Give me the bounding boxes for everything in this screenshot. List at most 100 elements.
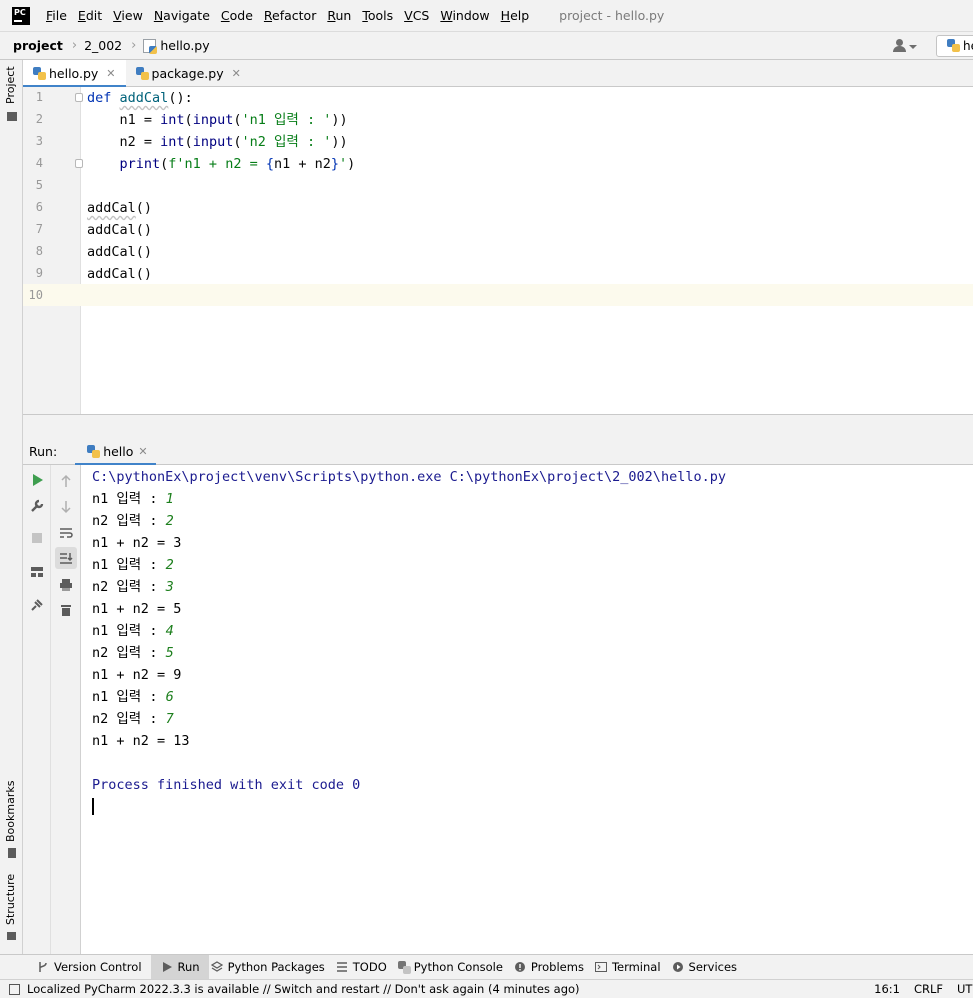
python-file-icon <box>33 67 46 80</box>
panel-splitter[interactable] <box>23 414 973 439</box>
menu-tools[interactable]: Tools <box>362 8 393 23</box>
stop-icon[interactable] <box>30 531 44 545</box>
layers-icon <box>210 961 223 972</box>
bookmark-icon <box>8 848 16 858</box>
run-tool-window-header: Run: hello ✕ <box>23 439 973 466</box>
wrench-icon[interactable] <box>30 499 44 513</box>
folder-icon <box>7 112 17 121</box>
status-message[interactable]: Localized PyCharm 2022.3.3 is available … <box>27 982 874 996</box>
run-toolbar <box>23 465 51 954</box>
services-tab[interactable]: Services <box>670 955 747 980</box>
project-tool-tab[interactable]: Project <box>0 64 23 121</box>
breadcrumb: project › 2_002 › hello.py hello <box>0 31 973 60</box>
menu-view[interactable]: View <box>113 8 143 23</box>
print-icon[interactable] <box>59 578 73 592</box>
tab-label: Python Packages <box>227 960 325 974</box>
scroll-to-end-toggle[interactable] <box>55 547 77 569</box>
soft-wrap-icon[interactable] <box>59 526 73 540</box>
console-exit-message: Process finished with exit code 0 <box>92 777 361 793</box>
code-editor[interactable]: 1 2 3 4 5 6 7 8 9 10 def addCal(): n1 = … <box>23 87 973 414</box>
menu-refactor[interactable]: Refactor <box>264 8 316 23</box>
tab-label: TODO <box>352 960 387 974</box>
console-output[interactable]: C:\pythonEx\project\venv\Scripts\python.… <box>81 465 973 954</box>
run-tab-label: hello <box>103 444 134 459</box>
tab-label: Run <box>177 960 200 974</box>
code-line: print(f'n1 + n2 = {n1 + n2}') <box>119 156 356 172</box>
python-packages-tab[interactable]: Python Packages <box>209 955 334 980</box>
fold-marker-icon[interactable] <box>75 159 83 168</box>
menu-code[interactable]: Code <box>221 8 253 23</box>
code-line: addCal() <box>87 200 153 216</box>
scroll-to-end-icon <box>60 553 73 564</box>
bookmarks-tool-tab[interactable]: Bookmarks <box>0 781 23 862</box>
problems-tab[interactable]: Problems <box>512 955 593 980</box>
console-line: n1 입력 : 1 <box>92 491 174 507</box>
python-icon <box>397 960 411 974</box>
tool-window-bar: Version Control Run Python Packages TODO… <box>0 954 973 980</box>
tab-label: Services <box>688 960 738 974</box>
editor-tabs: hello.py ✕ package.py ✕ <box>23 60 973 88</box>
console-line: n2 입력 : 5 <box>92 645 174 661</box>
arrow-down-icon[interactable] <box>59 500 73 514</box>
line-separator[interactable]: CRLF <box>914 982 943 996</box>
file-encoding[interactable]: UTF-8 <box>957 982 973 996</box>
line-number: 5 <box>35 178 43 192</box>
tab-hello-py[interactable]: hello.py ✕ <box>23 60 126 88</box>
notification-icon[interactable] <box>9 983 20 995</box>
menu-navigate[interactable]: Navigate <box>154 8 210 23</box>
menu-file[interactable]: File <box>46 8 67 23</box>
code-line: addCal() <box>87 244 153 260</box>
code-line: n1 = int(input('n1 입력 : ')) <box>87 112 348 128</box>
breadcrumb-folder[interactable]: 2_002 <box>84 38 122 53</box>
run-configuration-select[interactable]: hello <box>936 35 973 57</box>
line-number: 3 <box>35 134 43 148</box>
python-file-icon <box>143 38 158 54</box>
trash-icon[interactable] <box>59 603 73 617</box>
fold-marker-icon[interactable] <box>75 93 83 102</box>
console-line: C:\pythonEx\project\venv\Scripts\python.… <box>92 469 726 485</box>
menu-window[interactable]: Window <box>440 8 489 23</box>
menu-run[interactable]: Run <box>327 8 351 23</box>
structure-tool-tab[interactable]: Structure <box>0 874 23 945</box>
code-line: n2 = int(input('n2 입력 : ')) <box>87 134 348 150</box>
current-line-highlight <box>23 284 973 306</box>
close-icon[interactable]: ✕ <box>232 67 241 80</box>
python-console-tab[interactable]: Python Console <box>396 955 512 980</box>
version-control-tab[interactable]: Version Control <box>35 955 151 980</box>
line-number: 1 <box>35 90 43 104</box>
run-tab-hello[interactable]: hello ✕ <box>75 439 157 466</box>
pin-icon[interactable] <box>30 598 44 612</box>
console-line: n1 입력 : 4 <box>92 623 174 639</box>
rerun-icon[interactable] <box>30 473 44 487</box>
line-number: 6 <box>35 200 43 214</box>
todo-tab[interactable]: TODO <box>334 955 396 980</box>
code-line: addCal() <box>87 266 153 282</box>
user-account-icon[interactable] <box>893 39 917 55</box>
menu-edit[interactable]: Edit <box>78 8 102 23</box>
console-line: n1 + n2 = 13 <box>92 733 190 749</box>
menu-vcs[interactable]: VCS <box>404 8 429 23</box>
line-number: 4 <box>35 156 43 170</box>
tab-label: package.py <box>151 66 224 81</box>
caret-position[interactable]: 16:1 <box>874 982 900 996</box>
restore-layout-icon[interactable] <box>30 565 44 579</box>
menu-help[interactable]: Help <box>501 8 530 23</box>
python-file-icon <box>135 67 149 80</box>
breadcrumb-file[interactable]: hello.py <box>160 38 209 53</box>
line-number: 2 <box>35 112 43 126</box>
breadcrumb-project[interactable]: project <box>13 38 63 53</box>
pycharm-logo-icon[interactable]: PC <box>12 6 30 25</box>
line-number: 9 <box>35 266 43 280</box>
structure-icon <box>7 932 16 940</box>
terminal-tab[interactable]: Terminal <box>593 955 670 980</box>
arrow-up-icon[interactable] <box>59 474 73 488</box>
close-icon[interactable]: ✕ <box>138 445 147 458</box>
console-line: n1 + n2 = 9 <box>92 667 182 683</box>
tab-package-py[interactable]: package.py ✕ <box>126 60 251 87</box>
close-icon[interactable]: ✕ <box>106 67 115 80</box>
menu-bar: PC File Edit View Navigate Code Refactor… <box>0 0 973 31</box>
code-line: addCal() <box>87 222 153 238</box>
list-icon <box>336 962 347 972</box>
run-tab[interactable]: Run <box>150 954 209 980</box>
python-icon <box>87 445 101 458</box>
